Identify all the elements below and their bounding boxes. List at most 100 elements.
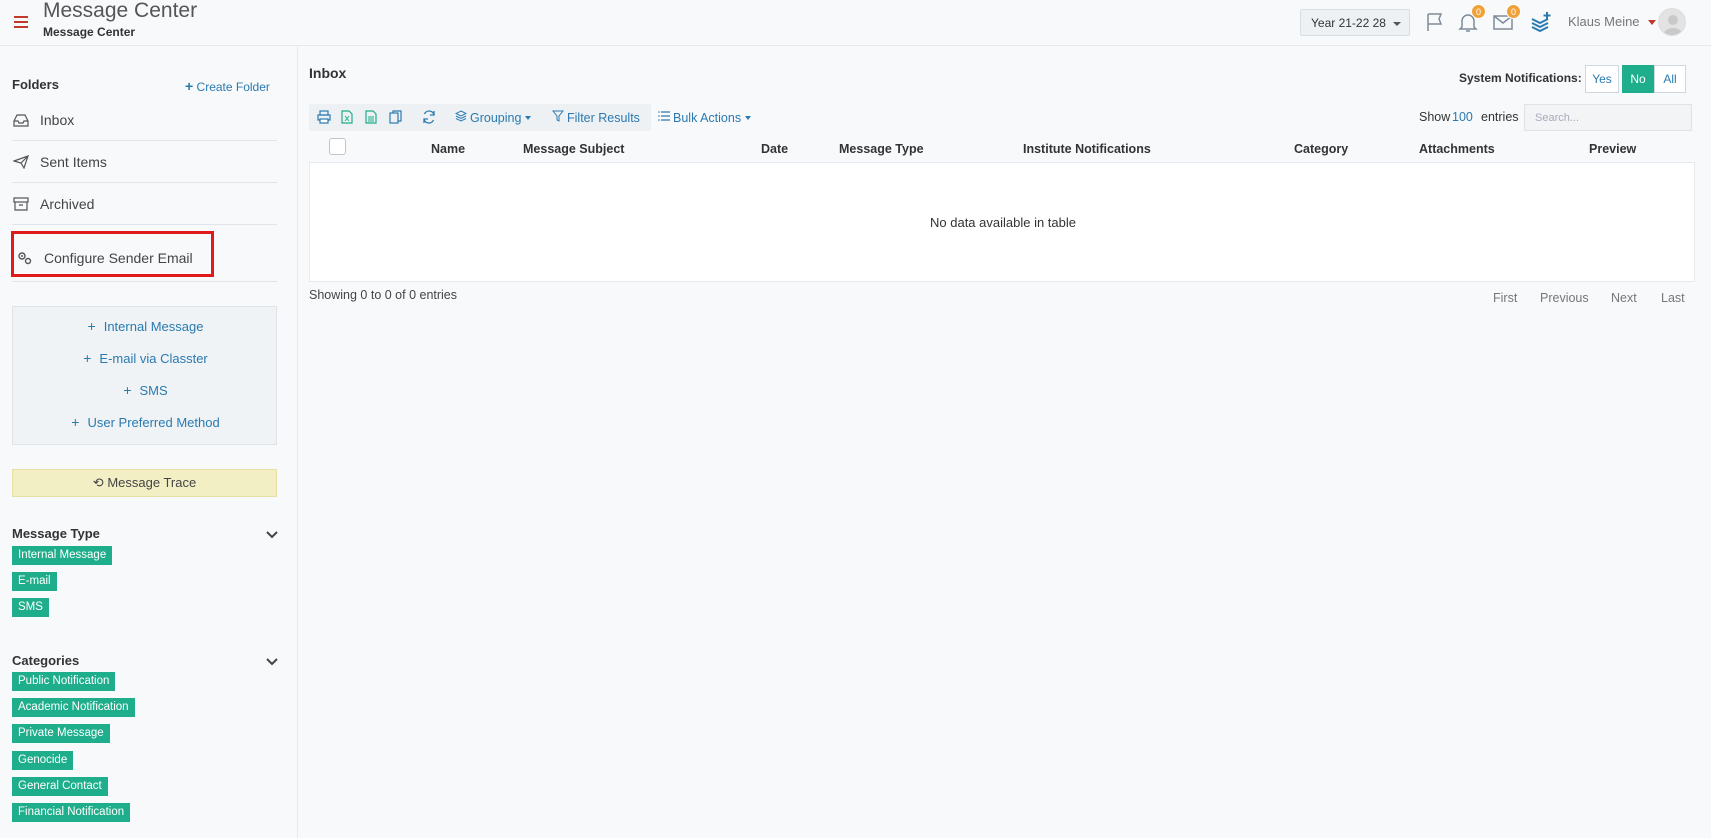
notification-count-badge: 0 — [1471, 4, 1486, 19]
page-length-select[interactable]: 100 — [1452, 110, 1473, 124]
message-trace-button[interactable]: ⟲ Message Trace — [12, 469, 277, 497]
plus-icon: + — [71, 414, 80, 430]
archive-icon — [12, 196, 30, 212]
system-notifications-no[interactable]: No — [1622, 65, 1654, 93]
entries-label: entries — [1481, 110, 1519, 124]
create-folder-label: Create Folder — [196, 80, 270, 94]
flag-icon[interactable] — [1423, 10, 1447, 34]
folder-label: Archived — [40, 195, 95, 212]
compose-internal-message[interactable]: + Internal Message — [13, 318, 278, 334]
filter-results-button[interactable]: Filter Results — [551, 110, 640, 125]
folder-label: Inbox — [40, 111, 75, 128]
page-title: Message Center — [43, 0, 198, 22]
message-type-tag[interactable]: Internal Message — [12, 546, 113, 565]
paper-plane-icon — [12, 154, 30, 170]
message-count-badge: 0 — [1506, 4, 1521, 19]
message-trace-label: Message Trace — [107, 475, 197, 490]
message-type-tag[interactable]: SMS — [12, 598, 49, 617]
folders-title: Folders — [12, 77, 59, 92]
compose-label: User Preferred Method — [87, 415, 220, 430]
table-info: Showing 0 to 0 of 0 entries — [309, 288, 458, 302]
user-name[interactable]: Klaus Meine — [1568, 14, 1640, 29]
column-header-message-subject[interactable]: Message Subject — [523, 142, 624, 156]
pagination-next[interactable]: Next — [1611, 291, 1637, 305]
inbox-title: Inbox — [309, 65, 347, 81]
compose-label: E-mail via Classter — [99, 351, 208, 366]
plus-icon: + — [185, 78, 194, 94]
category-tag[interactable]: Financial Notification — [12, 803, 131, 822]
column-header-message-type[interactable]: Message Type — [839, 142, 924, 156]
message-type-title: Message Type — [12, 526, 100, 541]
category-tag[interactable]: Private Message — [12, 724, 110, 743]
bell-icon[interactable]: 0 — [1456, 4, 1486, 34]
pagination-first[interactable]: First — [1493, 291, 1517, 305]
list-icon — [658, 110, 670, 125]
table-header: Name Message Subject Date Message Type I… — [309, 134, 1695, 162]
compose-email-via-classter[interactable]: + E-mail via Classter — [13, 350, 278, 366]
sidebar: Folders + Create Folder Inbox Sent Items… — [0, 46, 298, 838]
compose-sms[interactable]: + SMS — [13, 382, 278, 398]
avatar[interactable] — [1658, 8, 1686, 36]
csv-icon[interactable] — [365, 110, 379, 125]
system-notifications-all[interactable]: All — [1654, 65, 1686, 93]
caret-down-icon — [525, 115, 532, 120]
plus-icon: + — [87, 318, 96, 334]
empty-table-message: No data available in table — [930, 215, 1076, 230]
category-tag[interactable]: Public Notification — [12, 672, 116, 691]
caret-down-icon — [1393, 22, 1401, 26]
system-notifications-label: System Notifications: — [1459, 71, 1582, 85]
refresh-icon[interactable] — [422, 110, 436, 125]
compose-label: Internal Message — [103, 319, 204, 334]
layers-plus-icon[interactable] — [1529, 10, 1553, 34]
message-type-tag[interactable]: E-mail — [12, 572, 57, 591]
compose-panel: + Internal Message + E-mail via Classter +… — [12, 306, 277, 445]
envelope-icon[interactable]: 0 — [1491, 4, 1521, 34]
category-tag[interactable]: General Contact — [12, 777, 108, 796]
column-header-date[interactable]: Date — [761, 142, 788, 156]
show-label: Show — [1419, 110, 1451, 124]
categories-title: Categories — [12, 653, 80, 668]
plus-icon: + — [83, 350, 92, 366]
folder-archived[interactable]: Archived — [12, 183, 277, 225]
folder-inbox[interactable]: Inbox — [12, 99, 277, 141]
inbox-icon — [12, 112, 30, 128]
column-header-preview[interactable]: Preview — [1589, 142, 1636, 156]
pagination-last[interactable]: Last — [1661, 291, 1685, 305]
pagination-previous[interactable]: Previous — [1540, 291, 1589, 305]
category-tag[interactable]: Genocide — [12, 751, 74, 770]
table-body: No data available in table — [309, 162, 1695, 282]
history-icon: ⟲ — [92, 475, 104, 490]
excel-icon[interactable] — [341, 110, 355, 125]
column-header-name[interactable]: Name — [431, 142, 465, 156]
category-tag[interactable]: Academic Notification — [12, 698, 135, 717]
plus-icon: + — [123, 382, 132, 398]
year-select-value: Year 21-22 28 — [1311, 16, 1386, 30]
grouping-label: Grouping — [470, 110, 522, 125]
grouping-button[interactable]: Grouping — [454, 110, 532, 125]
layers-icon — [454, 110, 468, 125]
folder-label: Sent Items — [40, 153, 107, 170]
table-toolbar: Grouping Filter Results Bulk Actions — [309, 104, 763, 131]
compose-user-preferred-method[interactable]: + User Preferred Method — [13, 414, 278, 430]
user-caret-down-icon[interactable] — [1648, 20, 1656, 25]
chevron-down-icon[interactable] — [266, 528, 278, 539]
column-header-attachments[interactable]: Attachments — [1419, 142, 1495, 156]
column-header-category[interactable]: Category — [1294, 142, 1348, 156]
print-icon[interactable] — [317, 110, 331, 125]
filter-icon — [551, 110, 565, 125]
top-bar: Message Center Message Center Year 21-22… — [0, 0, 1711, 46]
filter-results-label: Filter Results — [567, 110, 640, 125]
page-subtitle: Message Center — [43, 25, 136, 39]
create-folder-button[interactable]: + Create Folder — [185, 78, 270, 94]
search-input[interactable] — [1524, 104, 1692, 131]
bulk-actions-label: Bulk Actions — [673, 110, 742, 125]
column-header-institute-notifications[interactable]: Institute Notifications — [1023, 142, 1151, 156]
copy-icon[interactable] — [389, 110, 403, 125]
year-select[interactable]: Year 21-22 28 — [1300, 9, 1410, 36]
caret-down-icon — [745, 115, 752, 120]
hamburger-menu-icon[interactable] — [14, 16, 28, 28]
system-notifications-yes[interactable]: Yes — [1585, 65, 1619, 93]
bulk-actions-button[interactable]: Bulk Actions — [658, 110, 752, 125]
folder-sent-items[interactable]: Sent Items — [12, 141, 277, 183]
chevron-down-icon[interactable] — [266, 655, 278, 666]
